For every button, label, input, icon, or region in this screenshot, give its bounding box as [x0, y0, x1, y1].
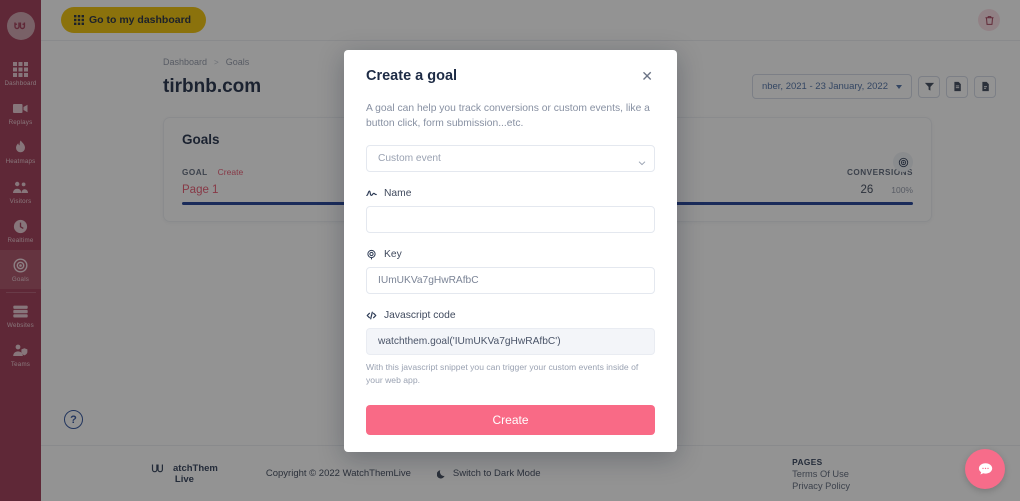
chat-bubble-icon: [976, 460, 995, 479]
close-icon[interactable]: ✕: [639, 68, 655, 84]
create-button[interactable]: Create: [366, 404, 655, 435]
modal-title: Create a goal: [366, 68, 458, 84]
signature-icon: [366, 188, 377, 199]
code-icon: [366, 310, 377, 321]
name-label-text: Name: [384, 187, 412, 199]
fingerprint-icon: [366, 249, 377, 260]
name-field-label: Name: [366, 188, 655, 199]
goal-type-select-wrapper: Custom event: [366, 144, 655, 172]
modal-description: A goal can help you track conversions or…: [366, 103, 650, 130]
js-label-text: Javascript code: [384, 309, 456, 321]
key-field-label: Key: [366, 249, 655, 260]
chat-widget-button[interactable]: [965, 449, 1005, 489]
key-input[interactable]: [366, 266, 655, 294]
js-code-hint: With this javascript snippet you can tri…: [366, 361, 639, 385]
goal-type-select[interactable]: Custom event: [366, 144, 655, 172]
create-goal-modal: Create a goal ✕ A goal can help you trac…: [344, 50, 677, 452]
js-field-label: Javascript code: [366, 310, 655, 321]
name-input[interactable]: [366, 205, 655, 233]
modal-header: Create a goal ✕: [366, 68, 655, 84]
js-code-value[interactable]: watchthem.goal('IUmUKVa7gHwRAfbC'): [366, 327, 655, 355]
app-root: Go to my dashboard Dashboard > Goals tir…: [0, 0, 1020, 501]
key-label-text: Key: [384, 248, 402, 260]
